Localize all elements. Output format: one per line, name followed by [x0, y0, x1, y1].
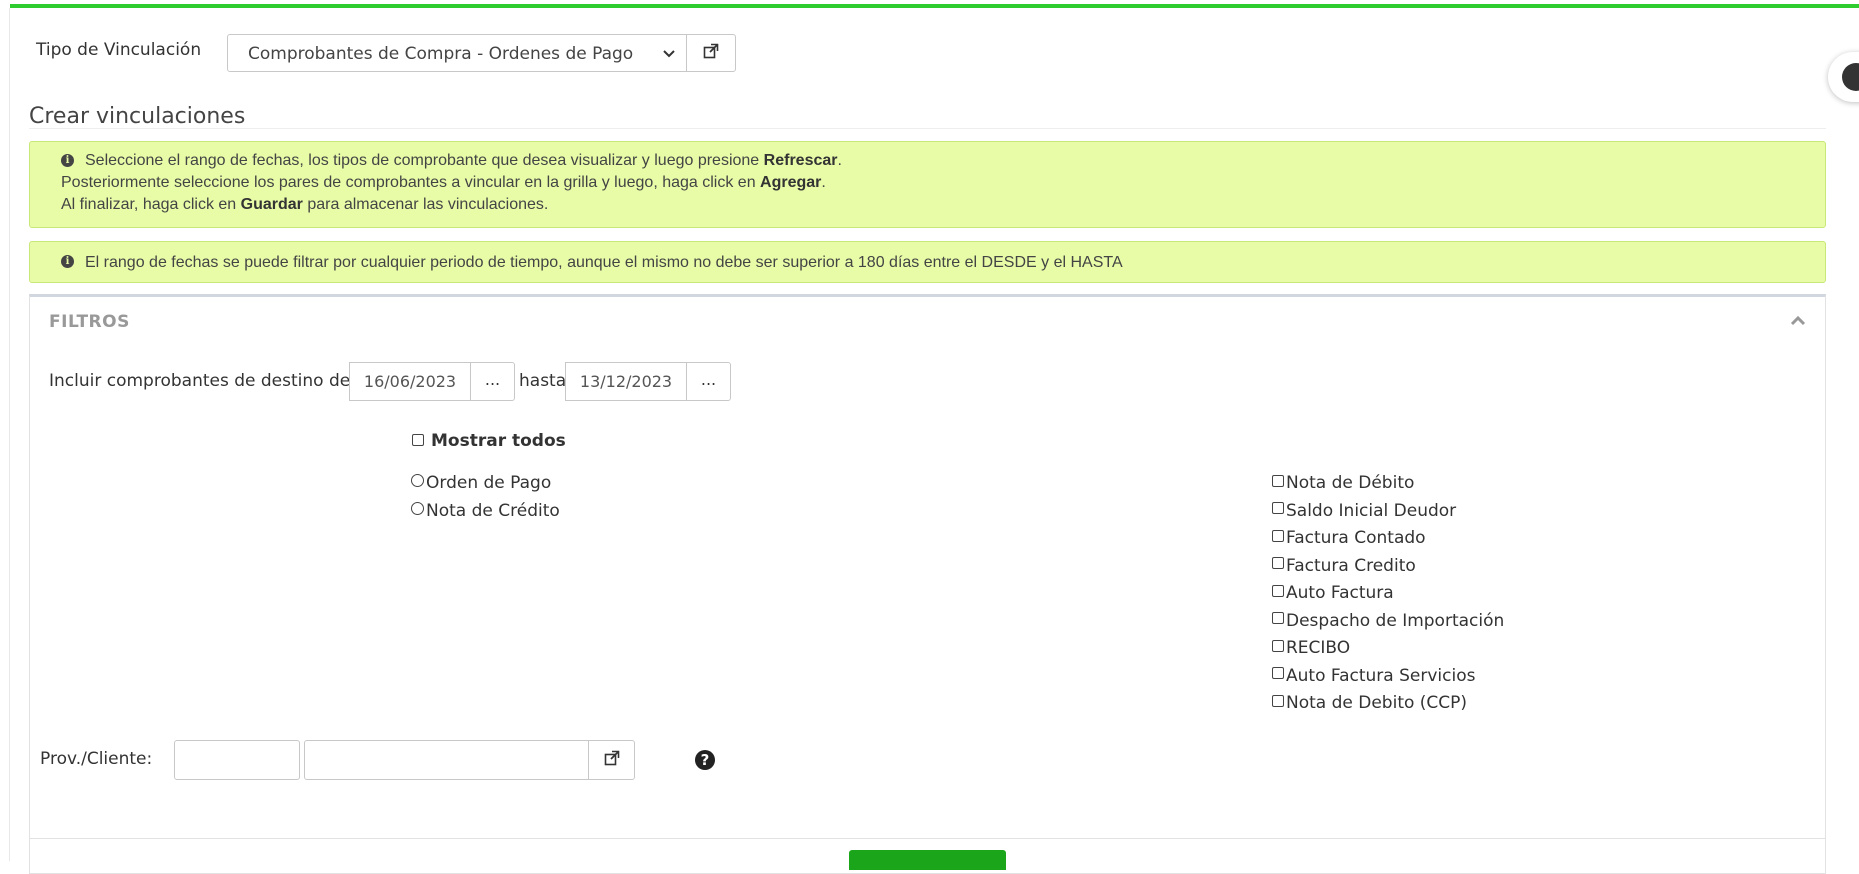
help-icon[interactable]: ?: [695, 750, 715, 770]
checkbox-recibo[interactable]: [1272, 640, 1284, 652]
checkbox-label: Nota de Débito: [1286, 473, 1415, 493]
radio-label: Orden de Pago: [426, 473, 552, 493]
checkbox-label: Saldo Inicial Deudor: [1286, 501, 1457, 521]
info-icon: i: [61, 255, 74, 268]
checkbox-label: Factura Contado: [1286, 528, 1426, 548]
radio-nota-de-credito[interactable]: [411, 502, 424, 515]
checkbox-label: Auto Factura Servicios: [1286, 666, 1476, 686]
prov-cliente-name-input[interactable]: [304, 740, 589, 780]
mostrar-todos-checkbox[interactable]: [412, 434, 424, 446]
external-link-icon: [703, 43, 719, 63]
filters-title: FILTROS: [49, 312, 130, 332]
page-title: Crear vinculaciones: [29, 104, 246, 129]
collapse-chevron-up-icon[interactable]: [1788, 311, 1808, 331]
instruction-line-3: Al finalizar, haga click en Guardar para…: [61, 196, 549, 213]
checkbox-label: Factura Credito: [1286, 556, 1416, 576]
mostrar-todos-label: Mostrar todos: [431, 431, 566, 451]
desde-label: Incluir comprobantes de destino desde: [49, 371, 381, 391]
user-icon: [1842, 63, 1859, 91]
top-accent-bar: [10, 4, 1859, 8]
checkbox-auto-factura[interactable]: [1272, 585, 1284, 597]
radio-orden-de-pago[interactable]: [411, 474, 424, 487]
chevron-down-icon: [662, 35, 676, 88]
checkbox-despacho-de-importacion[interactable]: [1272, 612, 1284, 624]
checkbox-factura-contado[interactable]: [1272, 530, 1284, 542]
checkbox-label: Despacho de Importación: [1286, 611, 1505, 631]
date-range-alert: i El rango de fechas se puede filtrar po…: [29, 241, 1826, 283]
desde-date-picker-button[interactable]: ...: [470, 362, 515, 401]
hasta-date-input[interactable]: 13/12/2023: [565, 362, 687, 401]
checkbox-factura-credito[interactable]: [1272, 557, 1284, 569]
hasta-date-picker-button[interactable]: ...: [686, 362, 731, 401]
info-icon: i: [61, 154, 74, 167]
tipo-vinculacion-label: Tipo de Vinculación: [36, 40, 202, 60]
checkbox-nota-de-debito[interactable]: [1272, 475, 1284, 487]
checkbox-nota-de-debito-ccp[interactable]: [1272, 695, 1284, 707]
checkbox-label: Nota de Debito (CCP): [1286, 693, 1468, 713]
instructions-alert: i Seleccione el rango de fechas, los tip…: [29, 141, 1826, 228]
hasta-label: hasta: [519, 371, 567, 391]
user-side-tab[interactable]: [1828, 52, 1859, 102]
checkbox-auto-factura-servicios[interactable]: [1272, 667, 1284, 679]
refresh-button[interactable]: [849, 850, 1006, 870]
prov-cliente-code-input[interactable]: [174, 740, 300, 780]
checkbox-label: RECIBO: [1286, 638, 1351, 658]
external-link-icon: [604, 750, 620, 770]
prov-cliente-label: Prov./Cliente:: [40, 749, 153, 769]
panel-footer-divider: [30, 838, 1825, 839]
checkbox-saldo-inicial-deudor[interactable]: [1272, 502, 1284, 514]
title-divider: [29, 128, 1826, 129]
left-border: [9, 8, 10, 861]
prov-cliente-lookup-button[interactable]: [588, 740, 635, 780]
tipo-vinculacion-value: Comprobantes de Compra - Ordenes de Pago: [248, 44, 634, 64]
open-tipo-vinculacion-button[interactable]: [686, 34, 736, 72]
checkbox-label: Auto Factura: [1286, 583, 1394, 603]
instruction-line-1: Seleccione el rango de fechas, los tipos…: [85, 152, 842, 169]
radio-label: Nota de Crédito: [426, 501, 560, 521]
desde-date-input[interactable]: 16/06/2023: [349, 362, 471, 401]
instruction-line-2: Posteriormente seleccione los pares de c…: [61, 174, 826, 191]
tipo-vinculacion-select[interactable]: Comprobantes de Compra - Ordenes de Pago: [227, 34, 687, 72]
date-range-note: El rango de fechas se puede filtrar por …: [85, 254, 1123, 271]
